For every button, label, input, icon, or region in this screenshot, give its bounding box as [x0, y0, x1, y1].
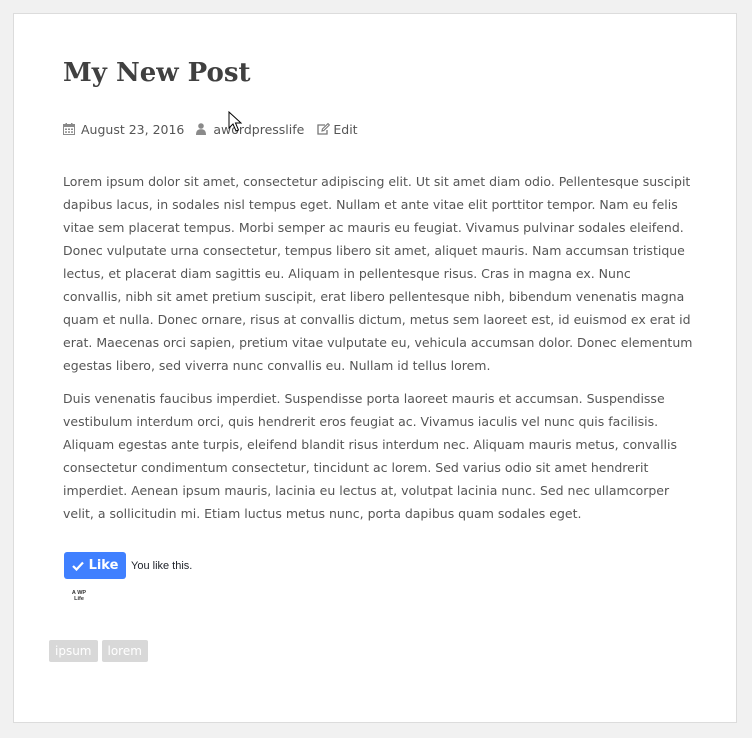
like-status-text: You like this.: [131, 559, 193, 572]
like-button-label: Like: [88, 558, 119, 573]
avatar[interactable]: A WP Life: [67, 590, 91, 608]
post-title[interactable]: My New Post: [63, 54, 251, 92]
user-icon: [196, 123, 207, 135]
post-tags: ipsum lorem: [49, 640, 152, 662]
tag-ipsum[interactable]: ipsum: [49, 640, 98, 662]
like-widget: Like You like this.: [64, 552, 192, 579]
tag-lorem[interactable]: lorem: [101, 640, 148, 662]
avatar-text-line: Life: [74, 596, 84, 602]
post-paragraph: Duis venenatis faucibus imperdiet. Suspe…: [63, 391, 678, 521]
post-paragraph: Lorem ipsum dolor sit amet, consectetur …: [63, 174, 693, 373]
check-icon: [71, 561, 84, 571]
post-author-text: awordpresslife: [213, 121, 305, 137]
edit-link-label: Edit: [333, 121, 358, 137]
post-date-text: August 23, 2016: [81, 121, 185, 137]
post-content: Lorem ipsum dolor sit amet, consectetur …: [63, 170, 693, 535]
post-card: My New Post August 23, 2016 awordpressli…: [13, 13, 737, 723]
post-meta: August 23, 2016 awordpresslife Edit: [63, 120, 358, 138]
edit-icon: [317, 123, 331, 135]
like-button[interactable]: Like: [64, 552, 126, 579]
post-author[interactable]: awordpresslife: [196, 122, 304, 137]
post-date[interactable]: August 23, 2016: [63, 122, 184, 137]
calendar-icon: [63, 123, 75, 135]
edit-link[interactable]: Edit: [316, 121, 358, 137]
